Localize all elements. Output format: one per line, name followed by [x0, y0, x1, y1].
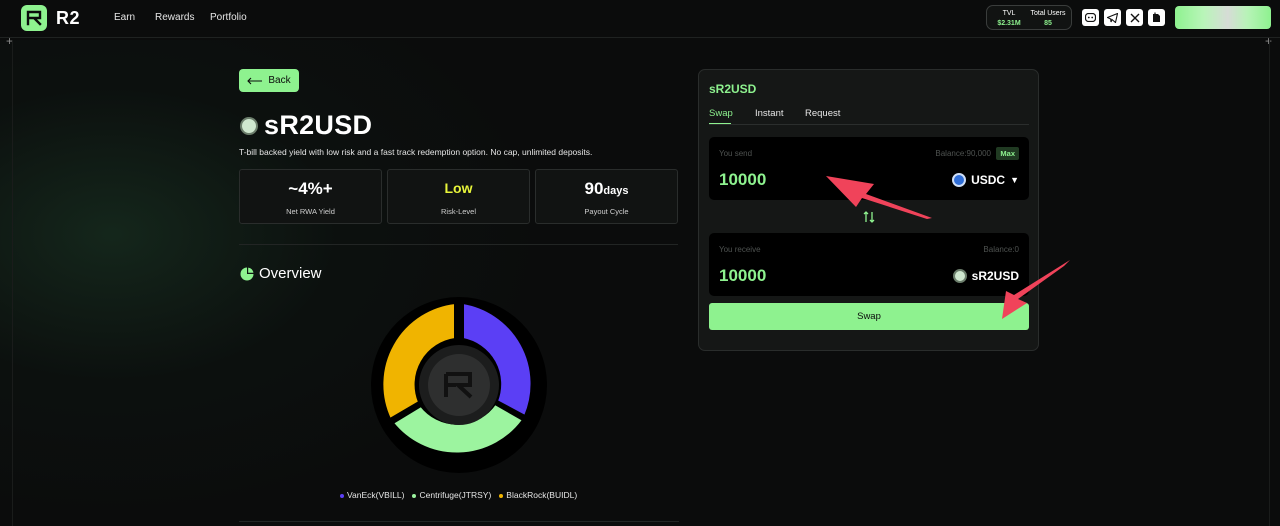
section-divider: [239, 521, 679, 522]
swap-button[interactable]: Swap: [709, 303, 1029, 330]
receive-asset-name: sR2USD: [971, 269, 1019, 283]
risk-label: Risk-Level: [440, 207, 476, 216]
x-icon[interactable]: [1126, 9, 1143, 26]
payout-value: 90: [584, 179, 604, 198]
yield-card: ~4%+ Net RWA Yield: [239, 169, 382, 224]
top-navigation-bar: R2 Earn Rewards Portfolio TVL $2.31M Tot…: [0, 0, 1280, 38]
nav-earn[interactable]: Earn: [114, 12, 135, 23]
yield-label: Net RWA Yield: [286, 207, 335, 216]
allocation-donut-chart: [371, 297, 547, 473]
nav-rewards[interactable]: Rewards: [155, 12, 194, 23]
send-label: You send: [719, 149, 753, 158]
pie-chart-icon: [240, 267, 254, 281]
panel-title: sR2USD: [709, 82, 757, 96]
legend-item: VanEck(VBILL): [340, 490, 404, 500]
r2-logo-icon[interactable]: [21, 5, 47, 31]
flip-direction-icon[interactable]: [863, 210, 875, 224]
overview-title: Overview: [259, 265, 322, 282]
payout-label: Payout Cycle: [584, 207, 629, 216]
payout-unit: days: [603, 185, 629, 197]
legend-item: Centrifuge(JTRSY): [412, 490, 491, 500]
payout-card: 90days Payout Cycle: [535, 169, 678, 224]
sr2usd-token-icon: [240, 117, 258, 135]
frame-line: [12, 40, 13, 526]
back-button[interactable]: Back: [239, 69, 299, 92]
annotation-arrows: [826, 176, 1070, 319]
tab-request[interactable]: Request: [805, 108, 840, 119]
receive-asset: sR2USD: [952, 269, 1019, 283]
send-balance: Balance:90,000: [935, 149, 991, 158]
docs-icon[interactable]: [1148, 9, 1165, 26]
chart-legend: VanEck(VBILL) Centrifuge(JTRSY) BlackRoc…: [340, 490, 577, 500]
back-label: Back: [268, 75, 291, 86]
sr2usd-token-icon: [952, 269, 967, 283]
send-asset: USDC: [971, 173, 1006, 187]
frame-line: [1269, 40, 1270, 526]
swap-panel: sR2USD Swap Instant Request You send Bal…: [698, 69, 1039, 351]
payout-value-wrap: 90days: [536, 179, 677, 199]
discord-icon[interactable]: [1082, 9, 1099, 26]
receive-balance: Balance:0: [983, 245, 1019, 254]
stats-badge: TVL $2.31M Total Users 85: [986, 5, 1072, 30]
max-button[interactable]: Max: [996, 147, 1019, 160]
tvl-label: TVL: [1002, 10, 1016, 17]
risk-card: Low Risk-Level: [387, 169, 530, 224]
receive-label: You receive: [719, 245, 761, 254]
token-title: sR2USD: [264, 110, 373, 140]
risk-value: Low: [444, 180, 473, 196]
brand-name[interactable]: R2: [56, 8, 80, 29]
legend-item: BlackRock(BUIDL): [499, 490, 577, 500]
nav-portfolio[interactable]: Portfolio: [210, 12, 247, 23]
tab-instant[interactable]: Instant: [755, 108, 784, 119]
yield-value: ~4%+: [288, 179, 333, 198]
arrow-left-icon: [247, 77, 263, 84]
tvl-value: $2.31M: [997, 20, 1021, 27]
receive-box: You receive Balance:0 10000 sR2USD: [709, 233, 1029, 296]
send-asset-selector[interactable]: USDC ▼: [952, 173, 1019, 187]
total-users-label: Total Users: [1030, 10, 1066, 17]
wallet-button[interactable]: [1175, 6, 1271, 29]
token-description: T-bill backed yield with low risk and a …: [239, 147, 593, 157]
section-divider: [239, 244, 678, 245]
usdc-icon: [952, 173, 967, 187]
tabs-divider: [709, 124, 1029, 125]
telegram-icon[interactable]: [1104, 9, 1121, 26]
total-users-value: 85: [1044, 20, 1052, 27]
send-amount-input[interactable]: 10000: [719, 170, 766, 190]
tab-swap[interactable]: Swap: [709, 108, 733, 119]
caret-down-icon: ▼: [1010, 175, 1019, 185]
send-box: You send Balance:90,000 Max 10000 USDC ▼: [709, 137, 1029, 200]
receive-amount: 10000: [719, 266, 767, 285]
active-tab-indicator: [709, 123, 731, 124]
